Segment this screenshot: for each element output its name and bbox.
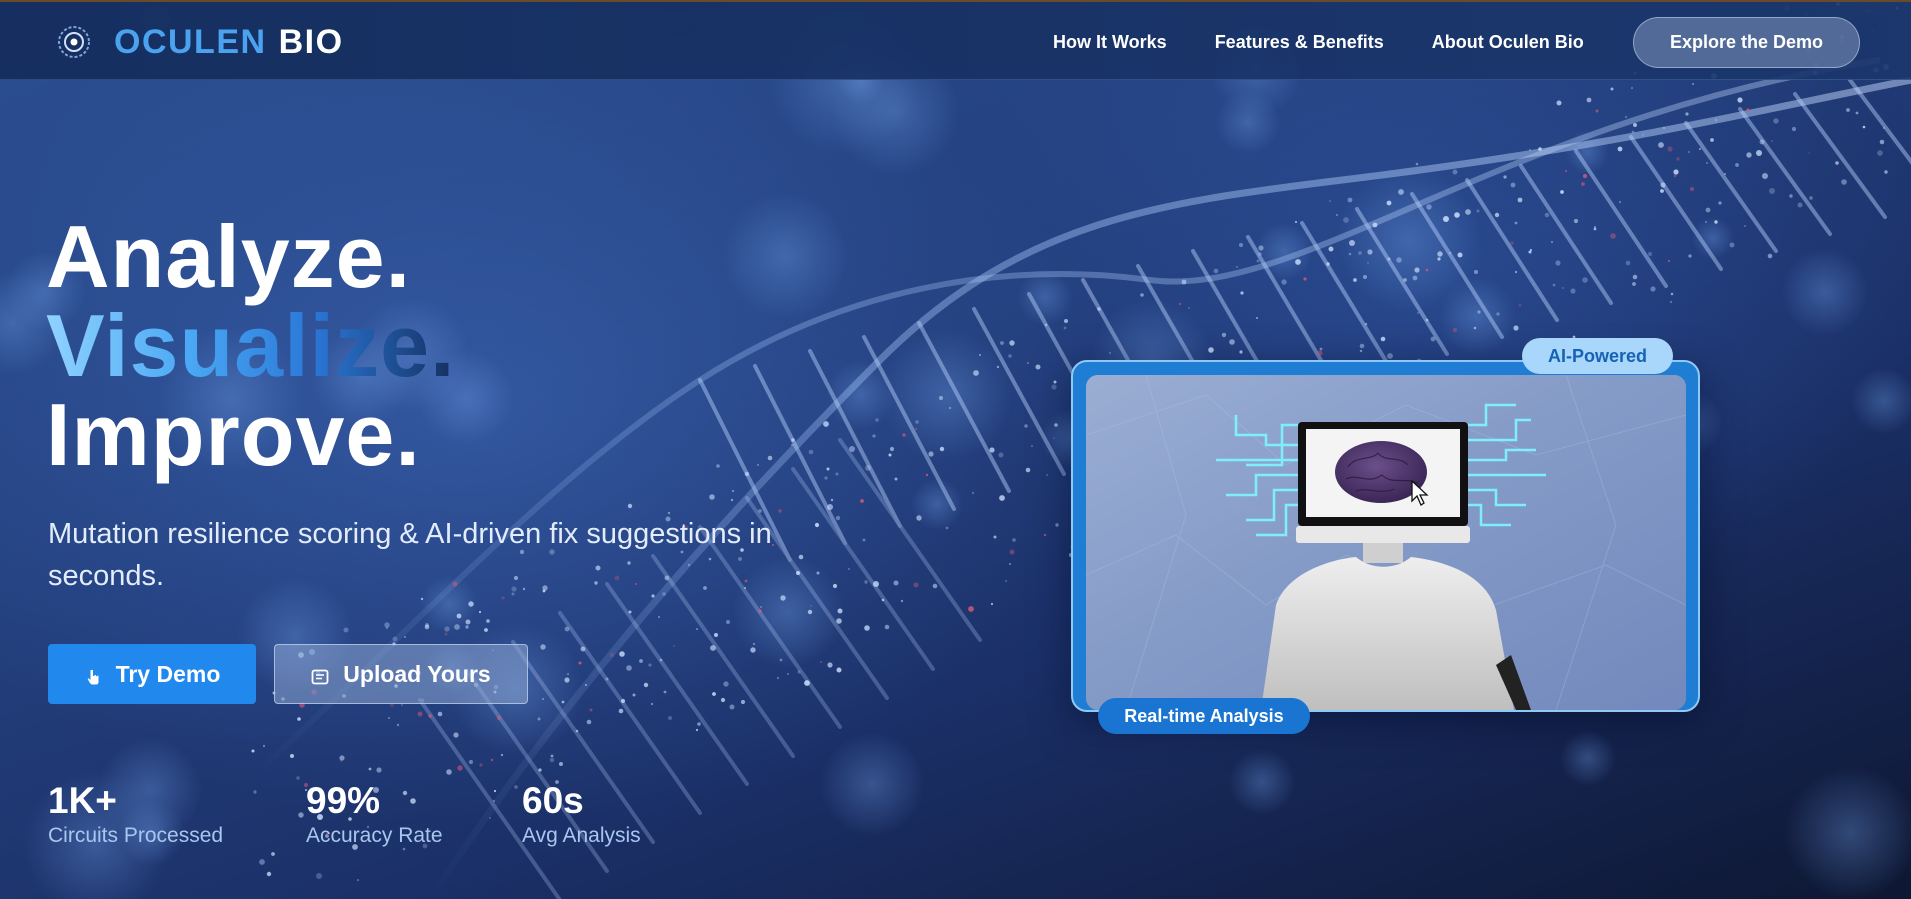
nav-link-features-benefits[interactable]: Features & Benefits: [1215, 32, 1384, 53]
stat-circuits-processed: 1K+ Circuits Processed: [48, 780, 223, 848]
headline-line-analyze: Analyze.: [46, 207, 412, 306]
brain-monitor-illustration: [1086, 375, 1686, 710]
stat-avg-analysis: 60s Avg Analysis: [522, 780, 641, 848]
headline-line-improve: Improve.: [46, 385, 421, 484]
brand-wordmark: OCULEN BIO: [114, 23, 344, 62]
brand-name-part2: BIO: [278, 22, 344, 61]
stat-label: Circuits Processed: [48, 824, 224, 847]
headline-line-visualize: Visualize.: [46, 296, 456, 395]
stat-label: Avg Analysis: [522, 824, 641, 847]
top-navbar: OCULEN BIO How It Works Features & Benefi…: [0, 0, 1911, 80]
stat-label: Accuracy Rate: [306, 824, 443, 847]
nav-link-how-it-works[interactable]: How It Works: [1053, 32, 1167, 53]
hero-visual-card: [1071, 360, 1700, 712]
pointer-hand-icon: [84, 665, 102, 685]
try-demo-button[interactable]: Try Demo: [48, 644, 256, 704]
nav-link-about[interactable]: About Oculen Bio: [1432, 32, 1584, 53]
ai-powered-badge: AI-Powered: [1522, 338, 1673, 374]
document-icon: [311, 665, 329, 685]
stat-value: 1K+: [48, 780, 117, 821]
explore-demo-button[interactable]: Explore the Demo: [1633, 17, 1860, 68]
try-demo-label: Try Demo: [115, 660, 221, 687]
upload-yours-button[interactable]: Upload Yours: [274, 644, 528, 704]
upload-yours-label: Upload Yours: [343, 660, 491, 687]
stat-value: 60s: [522, 780, 584, 821]
realtime-analysis-badge: Real-time Analysis: [1098, 698, 1310, 734]
stat-value: 99%: [306, 780, 381, 821]
stat-accuracy-rate: 99% Accuracy Rate: [306, 780, 443, 848]
brand-logo[interactable]: OCULEN BIO: [56, 22, 344, 62]
eye-logo-icon: [56, 24, 92, 60]
main-nav: How It Works Features & Benefits About O…: [1053, 2, 1584, 82]
hero-subtitle: Mutation resilience scoring & AI-driven …: [48, 518, 772, 592]
hero-headline: Analyze. Visualize. Improve.: [46, 212, 455, 479]
brand-name-part1: OCULEN: [114, 22, 267, 61]
